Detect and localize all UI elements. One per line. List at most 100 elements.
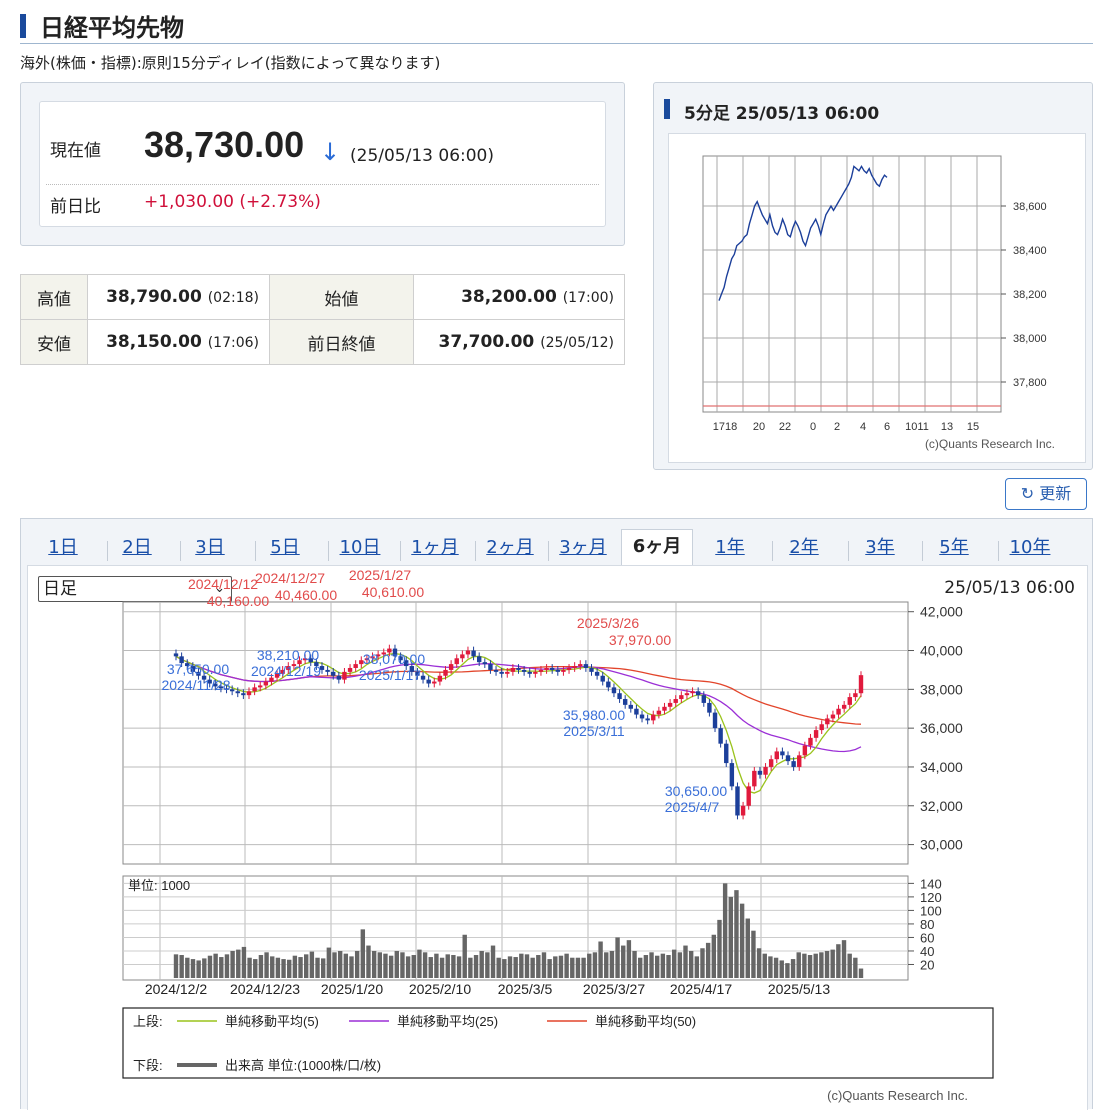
volume-bar — [853, 957, 858, 978]
candle-body — [476, 656, 482, 663]
mini-accent — [664, 99, 670, 119]
candle-body — [634, 708, 639, 715]
candle-body — [258, 685, 263, 688]
tab-7[interactable]: 2ヶ月 — [481, 531, 539, 565]
candle-body — [813, 730, 819, 738]
candle-body — [420, 675, 426, 680]
candle-body — [808, 737, 813, 746]
volume-bar — [717, 919, 722, 978]
candle-body — [847, 697, 852, 705]
table-row: 高値 38,790.00 (02:18) 始値 38,200.00 (17:00… — [20, 274, 625, 320]
prev-close-time: (25/05/12) — [540, 335, 614, 351]
candle-body — [521, 669, 527, 672]
low-annotation-date: 2025/3/11 — [563, 723, 624, 739]
candle-body — [853, 693, 858, 698]
volume-bar — [298, 957, 303, 978]
volume-bar — [796, 952, 801, 978]
tab-10[interactable]: 1年 — [704, 531, 756, 565]
volume-y-tick-label: 20 — [920, 957, 934, 972]
x-tick-label: 15 — [967, 421, 979, 433]
volume-bar — [785, 963, 790, 978]
volume-bar — [553, 956, 558, 978]
volume-bar — [745, 918, 750, 978]
candle-body — [729, 763, 735, 787]
volume-bar — [196, 960, 201, 978]
down-arrow-icon: ↓ — [320, 138, 341, 166]
volume-bar — [479, 950, 484, 978]
refresh-label: 更新 — [1039, 484, 1072, 503]
tab-separator — [922, 541, 923, 561]
volume-bar — [281, 959, 286, 978]
candle-body — [667, 702, 673, 707]
tab-12[interactable]: 3年 — [854, 531, 906, 565]
candle-body — [538, 669, 544, 672]
volume-bar — [428, 957, 433, 978]
candle-body — [527, 671, 532, 674]
tab-5[interactable]: 10日 — [334, 531, 386, 565]
low-annotation-date: 2025/1/17 — [359, 667, 421, 683]
volume-bar — [434, 953, 439, 978]
y-tick-label: 42,000 — [920, 604, 963, 620]
volume-bar — [230, 950, 235, 978]
candle-body — [690, 691, 695, 694]
volume-unit-label: 単位: 1000 — [128, 878, 190, 893]
volume-bar — [683, 945, 688, 978]
volume-bar — [456, 956, 462, 978]
tab-14[interactable]: 10年 — [1004, 531, 1056, 565]
volume-bar — [700, 948, 705, 978]
volume-bar — [773, 957, 779, 978]
tab-13[interactable]: 5年 — [928, 531, 980, 565]
candle-body — [797, 755, 802, 767]
x-tick-label: 2025/3/5 — [498, 981, 553, 997]
volume-bar — [570, 957, 575, 978]
volume-bar — [400, 952, 405, 978]
candle-body — [533, 671, 538, 674]
tab-6[interactable]: 1ヶ月 — [406, 531, 464, 565]
volume-bar — [445, 954, 450, 978]
tab-4[interactable]: 5日 — [261, 531, 309, 565]
tab-separator — [400, 541, 401, 561]
volume-bar — [190, 959, 196, 978]
volume-bar — [802, 953, 807, 978]
volume-bar — [173, 954, 179, 978]
volume-bar — [383, 953, 388, 978]
volume-bar — [638, 957, 643, 978]
legend-label: 単純移動平均(5) — [225, 1014, 319, 1029]
volume-bar — [536, 955, 541, 978]
candle-body — [454, 658, 459, 665]
candle-body — [774, 751, 779, 760]
low-label: 安値 — [20, 319, 88, 365]
candle-body — [825, 718, 830, 725]
candle-body — [173, 653, 179, 657]
volume-bar — [496, 957, 501, 978]
open-time: (17:00) — [562, 290, 614, 306]
volume-bar — [530, 957, 535, 978]
candle-body — [757, 770, 763, 775]
x-tick-label: 2025/1/20 — [321, 981, 383, 997]
tab-11[interactable]: 2年 — [778, 531, 830, 565]
tab-8[interactable]: 3ヶ月 — [554, 531, 612, 565]
volume-bar — [513, 957, 518, 978]
tab-2[interactable]: 2日 — [113, 531, 161, 565]
volume-bar — [779, 960, 784, 978]
low-annotation-value: 38,210.00 — [257, 647, 319, 663]
plot-area — [702, 155, 1002, 413]
page-title: 日経平均先物 — [40, 14, 184, 42]
legend-label: 単純移動平均(50) — [595, 1014, 696, 1029]
candle-body — [465, 650, 471, 655]
volume-bar — [451, 955, 456, 978]
refresh-button[interactable]: ↻ 更新 — [1005, 478, 1087, 510]
y-tick-label: 38,000 — [1013, 333, 1047, 345]
tab-3[interactable]: 3日 — [186, 531, 234, 565]
x-tick-label: 6 — [884, 421, 890, 433]
volume-bar — [751, 930, 756, 978]
x-tick-label: 2 — [834, 421, 840, 433]
history-chart-panel: 1日 2日 3日 5日 10日 1ヶ月 2ヶ月 3ヶ月 6ヶ月 1年 2年 3年 5年 10年 日足 ⌄ 2… — [20, 518, 1093, 1110]
candle-body — [229, 689, 235, 692]
tab-separator — [998, 541, 999, 561]
low-annotation-value: 30,650.00 — [665, 783, 727, 799]
tab-1[interactable]: 1日 — [39, 531, 87, 565]
tab-9[interactable]: 6ヶ月 — [621, 529, 693, 569]
volume-bar — [320, 958, 326, 978]
high-annotation-value: 40,160.00 — [207, 593, 269, 609]
